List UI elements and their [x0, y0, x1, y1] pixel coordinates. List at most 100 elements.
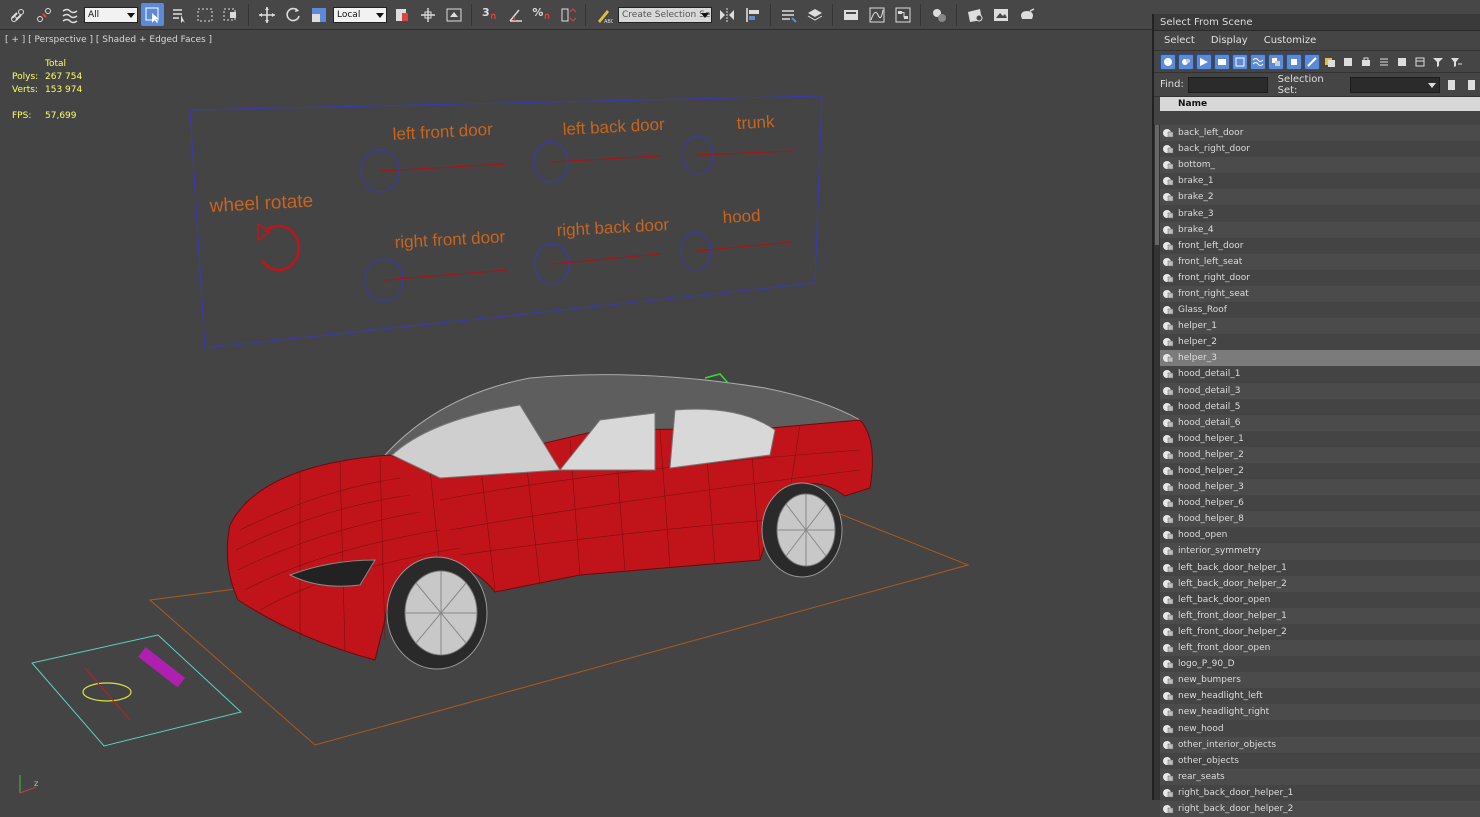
invert-display-icon[interactable] [1358, 54, 1374, 70]
unlink-icon[interactable] [32, 3, 55, 26]
list-item[interactable]: hood_helper_2 [1160, 446, 1480, 463]
display-geometry-icon[interactable] [1160, 53, 1176, 70]
list-item[interactable]: hood_helper_6 [1160, 495, 1480, 512]
select-object-icon[interactable] [141, 3, 164, 26]
snap-toggle-icon[interactable]: 3∩ [478, 3, 501, 26]
curve-editor-icon[interactable] [865, 3, 888, 26]
display-helpers-icon[interactable] [1232, 53, 1248, 70]
named-selection-sets-dropdown[interactable]: Create Selection Se [618, 6, 712, 23]
select-and-move-icon[interactable] [255, 3, 278, 26]
window-crossing-icon[interactable] [219, 3, 242, 26]
viewport-label[interactable]: [ + ] [ Perspective ] [ Shaded + Edged F… [5, 35, 212, 45]
edit-selection-set-icon[interactable] [1464, 77, 1480, 93]
list-item[interactable]: brake_3 [1160, 205, 1480, 222]
scene-canvas[interactable]: wheel rotate left front door left back d… [0, 31, 1152, 800]
list-item[interactable]: Glass_Roof [1160, 302, 1480, 319]
list-item[interactable]: left_front_door_helper_1 [1160, 607, 1480, 624]
list-item[interactable]: other_objects [1160, 752, 1480, 769]
list-item[interactable]: brake_1 [1160, 173, 1480, 190]
list-item[interactable]: hood_detail_1 [1160, 366, 1480, 383]
helper-square[interactable] [31, 634, 243, 747]
list-item[interactable]: left_front_door_open [1160, 640, 1480, 657]
display-groups-icon[interactable] [1268, 53, 1284, 70]
layer-explorer-icon[interactable] [803, 3, 826, 26]
list-item[interactable]: helper_2 [1160, 334, 1480, 351]
list-item[interactable]: hood_helper_3 [1160, 479, 1480, 496]
list-item[interactable]: new_headlight_left [1160, 688, 1480, 705]
display-all-icon[interactable] [1322, 54, 1338, 70]
edit-named-selection-icon[interactable]: ABC [592, 3, 615, 26]
reference-coordinate-dropdown[interactable]: Local [333, 6, 387, 23]
filter-options-icon[interactable] [1448, 54, 1464, 70]
display-bones-icon[interactable] [1304, 53, 1320, 70]
mirror-icon[interactable] [715, 3, 738, 26]
scrollbar-thumb[interactable] [1155, 125, 1159, 245]
render-setup-icon[interactable] [963, 3, 986, 26]
list-item[interactable]: left_front_door_helper_2 [1160, 623, 1480, 640]
manipulate-icon[interactable] [416, 3, 439, 26]
list-item[interactable]: left_back_door_helper_2 [1160, 575, 1480, 592]
list-item[interactable]: new_bumpers [1160, 672, 1480, 689]
rendered-frame-window-icon[interactable] [989, 3, 1012, 26]
display-lights-icon[interactable] [1196, 53, 1212, 70]
list-item[interactable]: hood_helper_8 [1160, 511, 1480, 528]
list-item[interactable]: hood_helper_2 [1160, 462, 1480, 480]
pivot-center-icon[interactable] [390, 3, 413, 26]
scene-explorer-icon[interactable] [777, 3, 800, 26]
list-item[interactable]: front_left_door [1160, 237, 1480, 254]
list-item[interactable]: hood_open [1160, 527, 1480, 544]
list-item[interactable]: left_back_door_helper_1 [1160, 559, 1480, 576]
car-model[interactable] [226, 373, 873, 670]
list-item[interactable]: hood_helper_1 [1160, 430, 1480, 447]
menu-customize[interactable]: Customize [1264, 35, 1317, 46]
filter-icon[interactable] [1430, 54, 1446, 70]
list-item[interactable]: right_back_door_helper_1 [1160, 784, 1480, 801]
columns-icon[interactable] [1412, 54, 1428, 70]
list-item[interactable]: brake_4 [1160, 221, 1480, 238]
wheel-rotate-handle[interactable] [260, 224, 300, 272]
selection-filter-dropdown[interactable]: All [84, 6, 138, 23]
list-item[interactable]: hood_detail_3 [1160, 382, 1480, 399]
link-icon[interactable] [6, 3, 29, 26]
display-cameras-icon[interactable] [1214, 53, 1230, 70]
spinner-snap-icon[interactable] [556, 3, 579, 26]
perspective-viewport[interactable]: wheel rotate left front door left back d… [0, 31, 1152, 800]
list-item[interactable]: back_right_door [1160, 141, 1480, 158]
list-item[interactable]: logo_P_90_D [1160, 656, 1480, 673]
toggle-ribbon-icon[interactable] [839, 3, 862, 26]
select-by-name-icon[interactable] [167, 3, 190, 26]
list-view-icon[interactable] [1376, 54, 1392, 70]
list-item[interactable]: hood_detail_5 [1160, 398, 1480, 415]
find-input[interactable] [1187, 76, 1268, 93]
display-spacewarps-icon[interactable] [1250, 53, 1266, 70]
list-item[interactable]: interior_symmetry [1160, 543, 1480, 560]
list-item[interactable]: front_right_seat [1160, 285, 1480, 303]
select-and-rotate-icon[interactable] [281, 3, 304, 26]
select-and-scale-icon[interactable] [307, 3, 330, 26]
column-header-name[interactable]: Name [1154, 97, 1480, 111]
list-item[interactable]: helper_1 [1160, 318, 1480, 335]
display-xrefs-icon[interactable] [1286, 53, 1302, 70]
menu-select[interactable]: Select [1164, 35, 1195, 46]
list-item[interactable]: bottom_ [1160, 157, 1480, 174]
selection-set-dropdown[interactable] [1350, 76, 1441, 93]
display-none-icon[interactable] [1340, 54, 1356, 70]
align-icon[interactable] [741, 3, 764, 26]
angle-snap-icon[interactable] [504, 3, 527, 26]
display-shapes-icon[interactable] [1178, 53, 1194, 70]
list-item[interactable]: rear_seats [1160, 768, 1480, 785]
keyboard-shortcut-override-icon[interactable] [442, 3, 465, 26]
list-item[interactable]: hood_detail_6 [1160, 414, 1480, 431]
menu-display[interactable]: Display [1211, 35, 1248, 46]
list-item[interactable]: other_interior_objects [1160, 736, 1480, 753]
percent-snap-icon[interactable]: %∩ [530, 3, 553, 26]
render-production-icon[interactable] [1015, 3, 1038, 26]
list-item[interactable]: new_hood [1160, 720, 1480, 737]
list-item[interactable]: brake_2 [1160, 189, 1480, 206]
dialog-title[interactable]: Select From Scene [1154, 14, 1480, 31]
rectangular-selection-icon[interactable] [193, 3, 216, 26]
sort-icon[interactable] [1394, 54, 1410, 70]
material-editor-icon[interactable] [927, 3, 950, 26]
list-item[interactable]: front_right_door [1160, 269, 1480, 286]
list-item[interactable]: front_left_seat [1160, 253, 1480, 270]
